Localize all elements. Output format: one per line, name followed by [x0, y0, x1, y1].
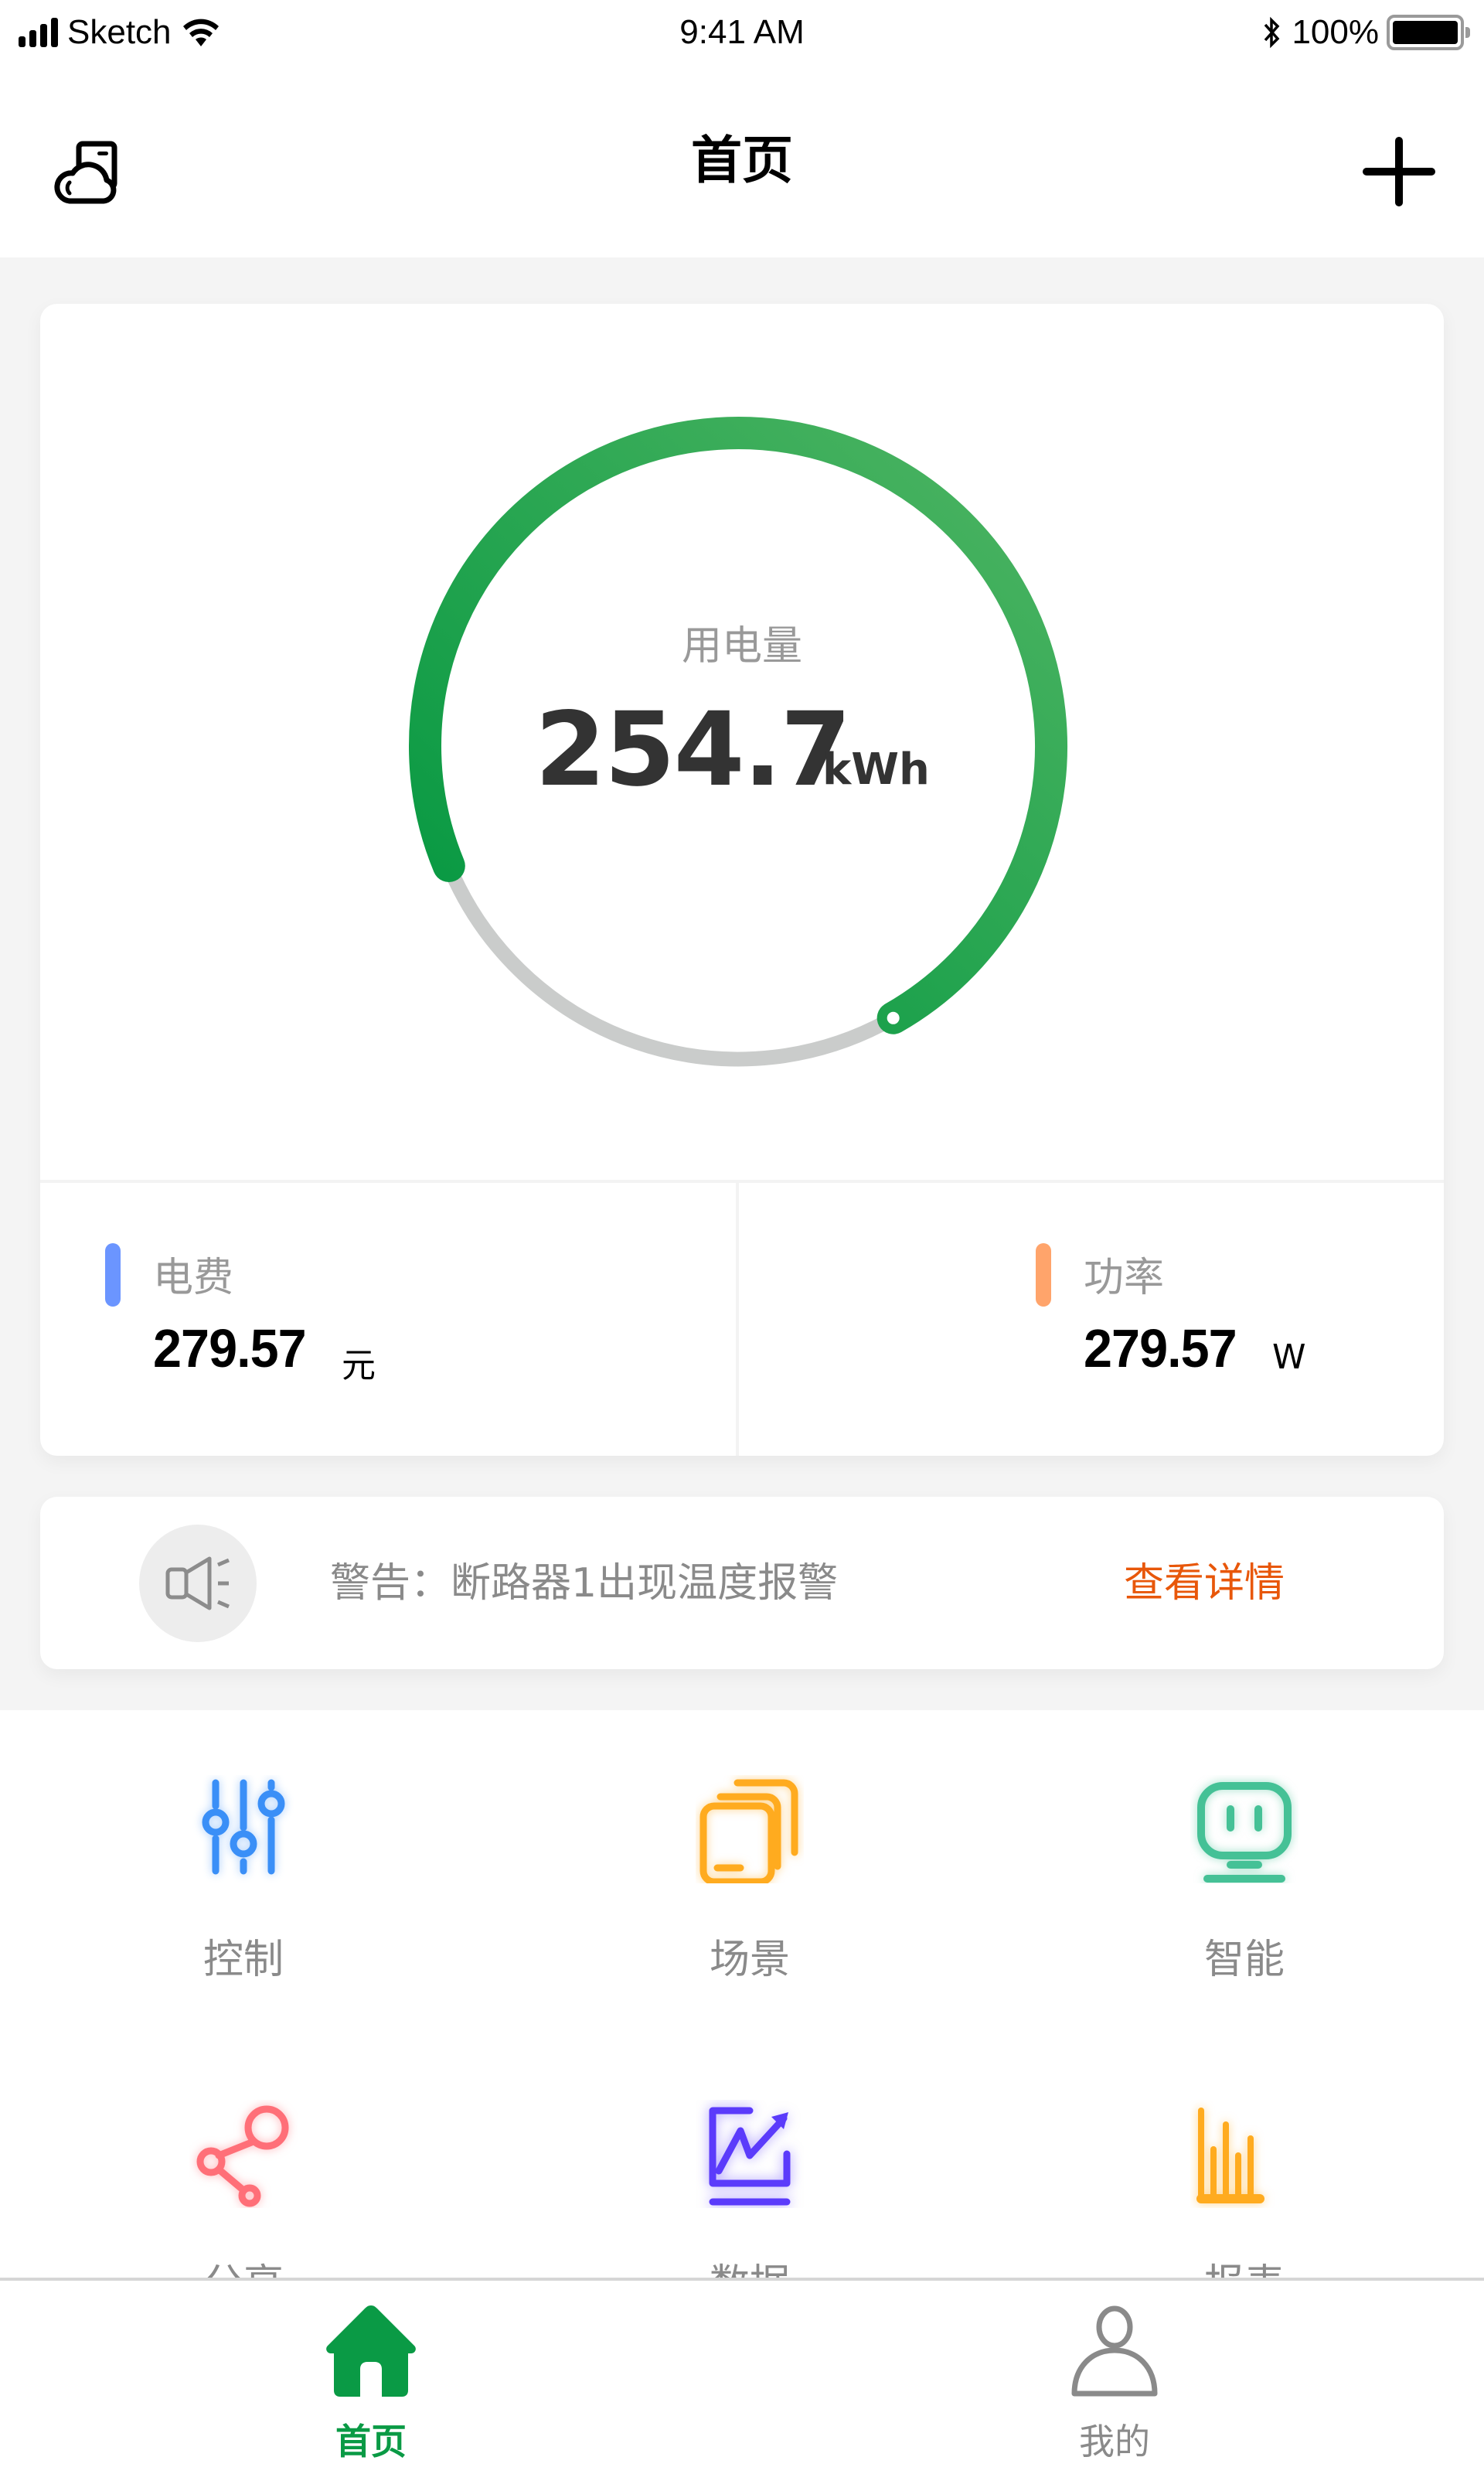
speaker-button	[139, 1525, 257, 1642]
energy-summary-card: 用电量 254.7 kWh 电费 279.57 元 功率 279.57 W	[40, 304, 1444, 1456]
alert-message: 警告：断路器1出现温度报警	[330, 1560, 839, 1607]
grid-label: 控制	[203, 1937, 284, 1983]
bluetooth-icon	[1264, 16, 1280, 49]
battery-percent: 100%	[1292, 13, 1379, 51]
gauge-end-marker	[887, 1011, 900, 1024]
tab-bar: 首页 我的	[0, 2278, 1484, 2474]
status-bar: Sketch 9:41 AM 100%	[0, 0, 1484, 65]
grid-item-control[interactable]: 控制	[120, 1775, 352, 2038]
plus-icon	[1363, 137, 1435, 206]
grid-item-smart[interactable]: 智能	[1121, 1775, 1353, 2038]
speaker-icon	[165, 1556, 230, 1610]
status-time: 9:41 AM	[679, 13, 805, 51]
scene-cards-icon	[699, 1779, 798, 1883]
grid-label: 智能	[1203, 1937, 1285, 1983]
metric-value: 279.57	[153, 1318, 307, 1378]
user-icon	[1071, 2305, 1158, 2397]
accent-bar	[1036, 1243, 1051, 1307]
page-title: 首页	[691, 131, 793, 190]
metric-label: 电费	[153, 1255, 234, 1301]
view-details-link[interactable]: 查看详情	[1124, 1559, 1285, 1608]
grid-label: 场景	[709, 1937, 790, 1983]
tab-profile[interactable]: 我的	[999, 2281, 1230, 2474]
home-icon	[326, 2305, 416, 2397]
sliders-icon	[202, 1779, 285, 1875]
battery-icon	[1387, 15, 1470, 50]
gauge-unit: kWh	[822, 745, 930, 795]
trend-chart-icon	[709, 2107, 791, 2206]
metric-label: 功率	[1084, 1255, 1165, 1301]
metric-value: 279.57	[1084, 1318, 1237, 1378]
metric-unit: 元	[342, 1346, 376, 1385]
add-button[interactable]	[1360, 133, 1438, 210]
alert-banner: 警告：断路器1出现温度报警 查看详情	[40, 1497, 1444, 1669]
accent-bar	[105, 1243, 121, 1307]
navigation-bar: 首页	[0, 65, 1484, 257]
gauge-track	[441, 858, 901, 1067]
tab-label: 我的	[1079, 2421, 1150, 2462]
status-right: 100%	[1261, 8, 1470, 57]
grid-item-scene[interactable]: 场景	[626, 1775, 858, 2038]
robot-monitor-icon	[1197, 1782, 1292, 1883]
metric-electricity-fee[interactable]: 电费 279.57 元	[40, 1183, 736, 1456]
tab-home[interactable]: 首页	[255, 2281, 487, 2474]
gauge-label: 用电量	[681, 623, 802, 670]
gauge-value: 254.7	[535, 690, 852, 809]
metric-power[interactable]: 功率 279.57 W	[739, 1183, 1444, 1456]
metric-unit: W	[1272, 1338, 1306, 1377]
share-icon	[196, 2105, 289, 2207]
bar-report-icon	[1196, 2108, 1264, 2203]
tab-label: 首页	[335, 2421, 407, 2462]
